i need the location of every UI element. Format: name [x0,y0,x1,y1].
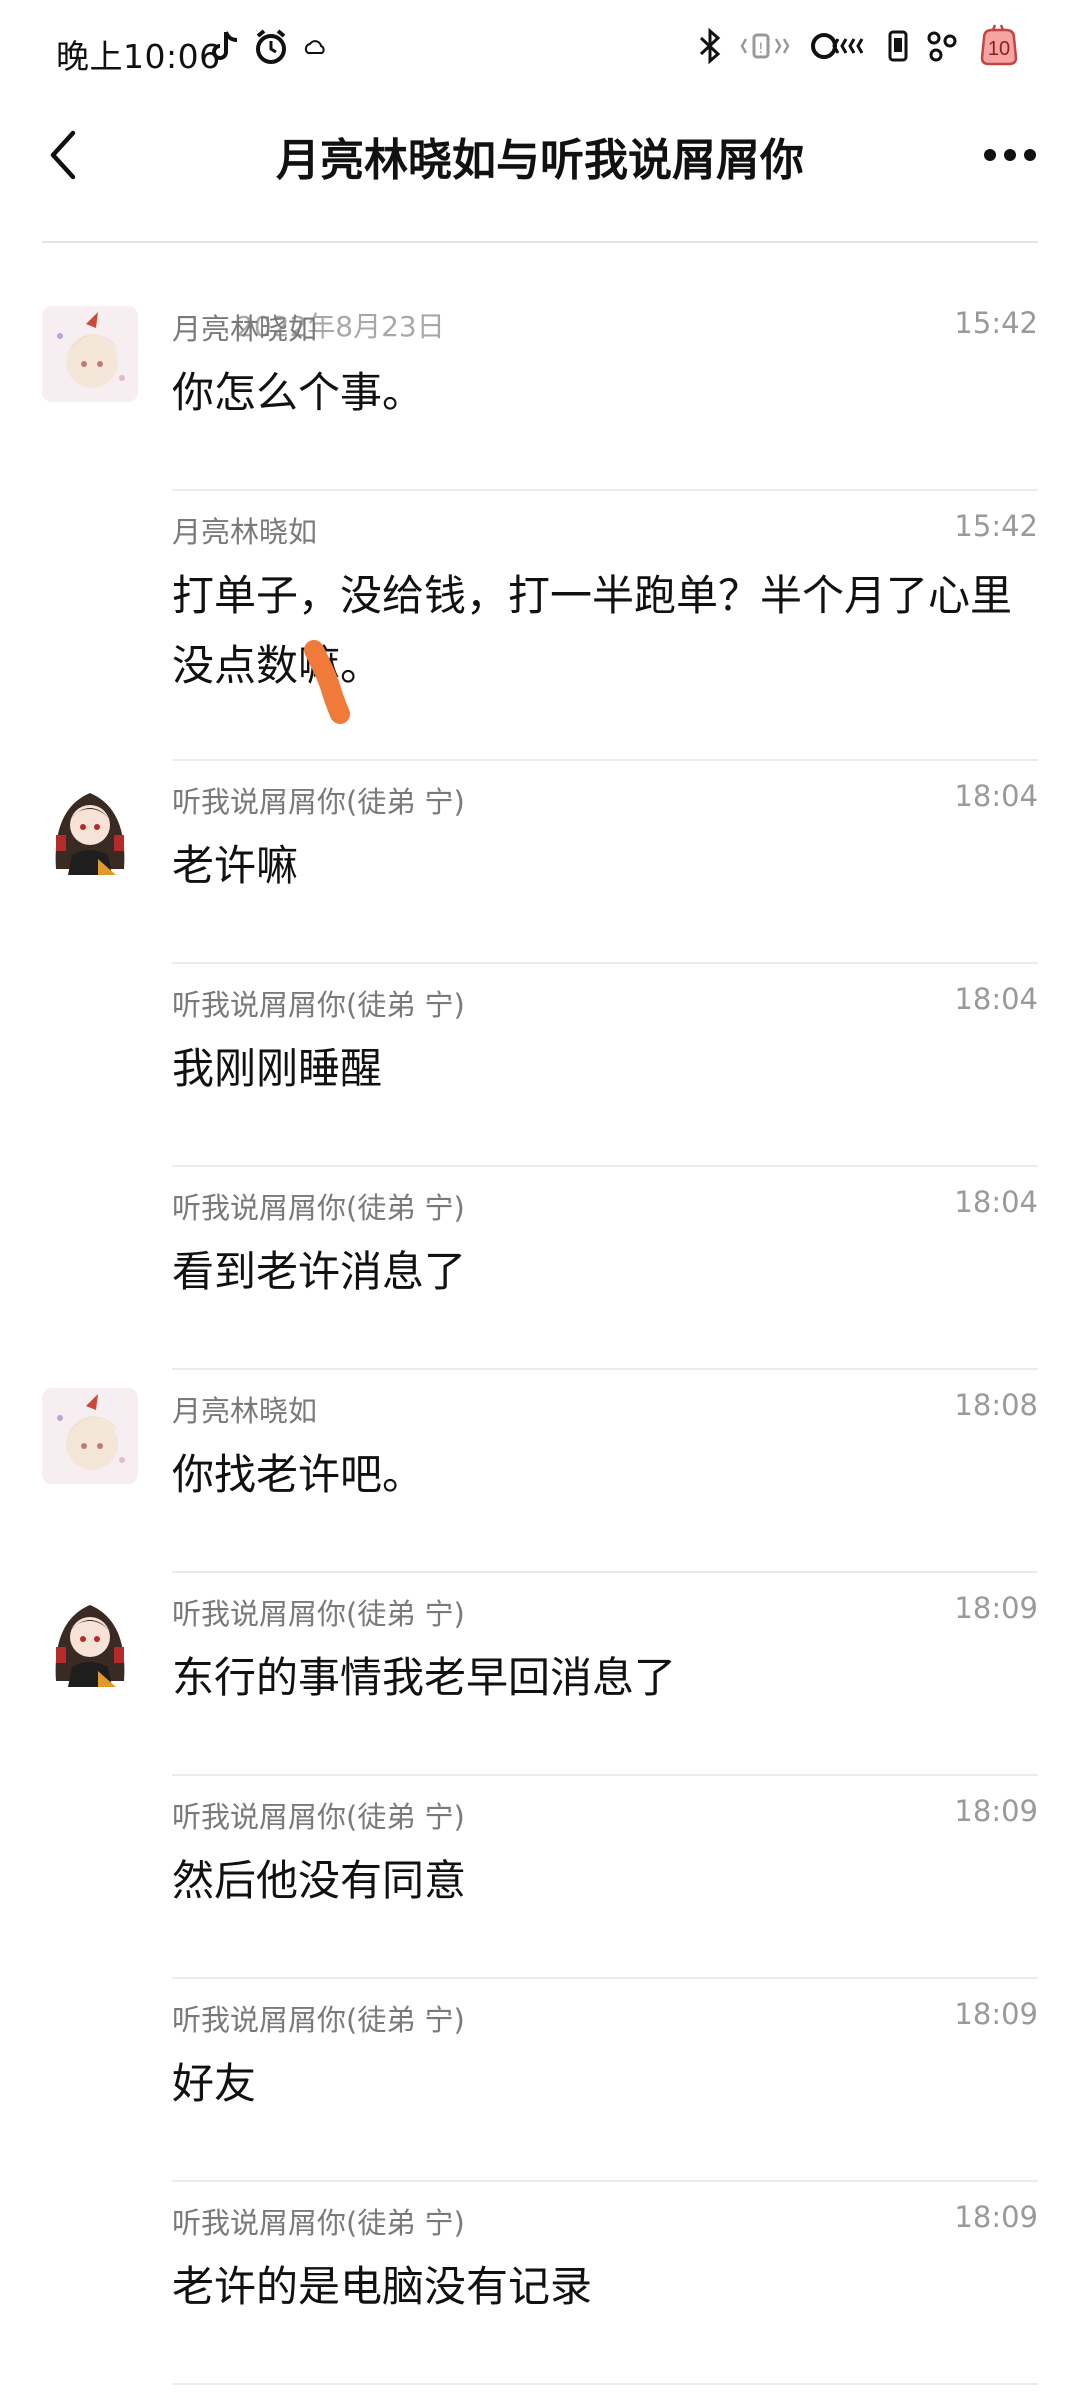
sim-icon [888,30,908,66]
back-button[interactable] [28,120,98,190]
message-item[interactable]: 月亮林晓如 15:42 你怎么个事。 [0,288,1080,491]
message-text: 你怎么个事。 [172,368,425,417]
sender-name: 听我说屑屑你(徒弟 宁) [172,988,465,1022]
avatar[interactable] [42,1591,138,1687]
message-item[interactable]: 听我说屑屑你(徒弟 宁) 18:04 看到老许消息了 [0,1167,1080,1370]
message-time: 18:09 [954,1591,1038,1625]
message-item[interactable]: 月亮林晓如 18:08 你找老许吧。 [0,1370,1080,1573]
alarm-icon [252,28,290,70]
message-text: 打单子，没给钱，打一半跑单？半个月了心里没点数嘛。 [172,571,1013,690]
message-item[interactable]: 听我说屑屑你(徒弟 宁) 18:09 然后他没有同意 [0,1776,1080,1979]
message-time: 18:08 [954,1388,1038,1422]
message-item[interactable]: 听我说屑屑你(徒弟 宁) 18:04 我刚刚睡醒 [0,964,1080,1167]
avatar[interactable] [42,779,138,875]
sender-name: 听我说屑屑你(徒弟 宁) [172,2003,465,2037]
message-time: 18:09 [954,2200,1038,2234]
message-list[interactable]: 月亮林晓如 15:42 你怎么个事。 月亮林晓如 15:42 打单子，没给钱，打… [0,288,1080,2385]
svg-text:!: ! [758,41,764,57]
message-time: 18:09 [954,1997,1038,2031]
message-time: 15:42 [954,306,1038,340]
cloud-icon [302,37,328,61]
vibrate-icon: ! [738,31,794,65]
bluetooth-icon [698,27,722,68]
message-divider [172,2383,1038,2385]
message-time: 15:42 [954,509,1038,543]
status-time: 晚上10:06 [56,37,221,76]
sender-name: 月亮林晓如 [172,1394,318,1428]
message-text: 好友 [172,2059,257,2108]
no-signal-icon [810,31,872,65]
sender-name: 听我说屑屑你(徒弟 宁) [172,2206,465,2240]
message-time: 18:04 [954,1185,1038,1219]
sender-name: 听我说屑屑你(徒弟 宁) [172,1597,465,1631]
message-text: 看到老许消息了 [172,1247,467,1296]
sender-name: 听我说屑屑你(徒弟 宁) [172,1191,465,1225]
message-text: 老许的是电脑没有记录 [172,2262,593,2311]
message-item[interactable]: 听我说屑屑你(徒弟 宁) 18:09 东行的事情我老早回消息了 [0,1573,1080,1776]
message-item[interactable]: 听我说屑屑你(徒弟 宁) 18:09 老许的是电脑没有记录 [0,2182,1080,2385]
chevron-left-icon [50,130,76,180]
date-divider: 2022年8月23日 [42,222,1038,343]
avatar[interactable] [42,1388,138,1484]
message-text: 东行的事情我老早回消息了 [172,1653,677,1702]
more-dots-icon [984,149,1036,161]
sender-name: 月亮林晓如 [172,312,318,346]
title-bar: 月亮林晓如与听我说屑屑你 [0,100,1080,210]
message-time: 18:04 [954,779,1038,813]
battery-level: 10 [987,38,1011,60]
page-title: 月亮林晓如与听我说屑屑你 [276,135,804,186]
message-item[interactable]: 听我说屑屑你(徒弟 宁) 18:04 老许嘛 [0,761,1080,964]
sender-name: 月亮林晓如 [172,515,318,549]
message-text: 我刚刚睡醒 [172,1044,383,1093]
hotspot-icon [924,29,960,67]
message-item[interactable]: 听我说屑屑你(徒弟 宁) 18:09 好友 [0,1979,1080,2182]
tiktok-icon [212,30,240,68]
message-text: 你找老许吧。 [172,1450,425,1499]
message-time: 18:04 [954,982,1038,1016]
sender-name: 听我说屑屑你(徒弟 宁) [172,785,465,819]
status-bar: 晚上10:06 ! 10 [0,0,1080,100]
message-text: 然后他没有同意 [172,1856,467,1905]
message-time: 18:09 [954,1794,1038,1828]
message-item[interactable]: 月亮林晓如 15:42 打单子，没给钱，打一半跑单？半个月了心里没点数嘛。 [0,491,1080,761]
sender-name: 听我说屑屑你(徒弟 宁) [172,1800,465,1834]
more-button[interactable] [970,120,1050,190]
message-text: 老许嘛 [172,841,299,890]
battery-icon: 10 [976,24,1022,72]
avatar[interactable] [42,306,138,402]
